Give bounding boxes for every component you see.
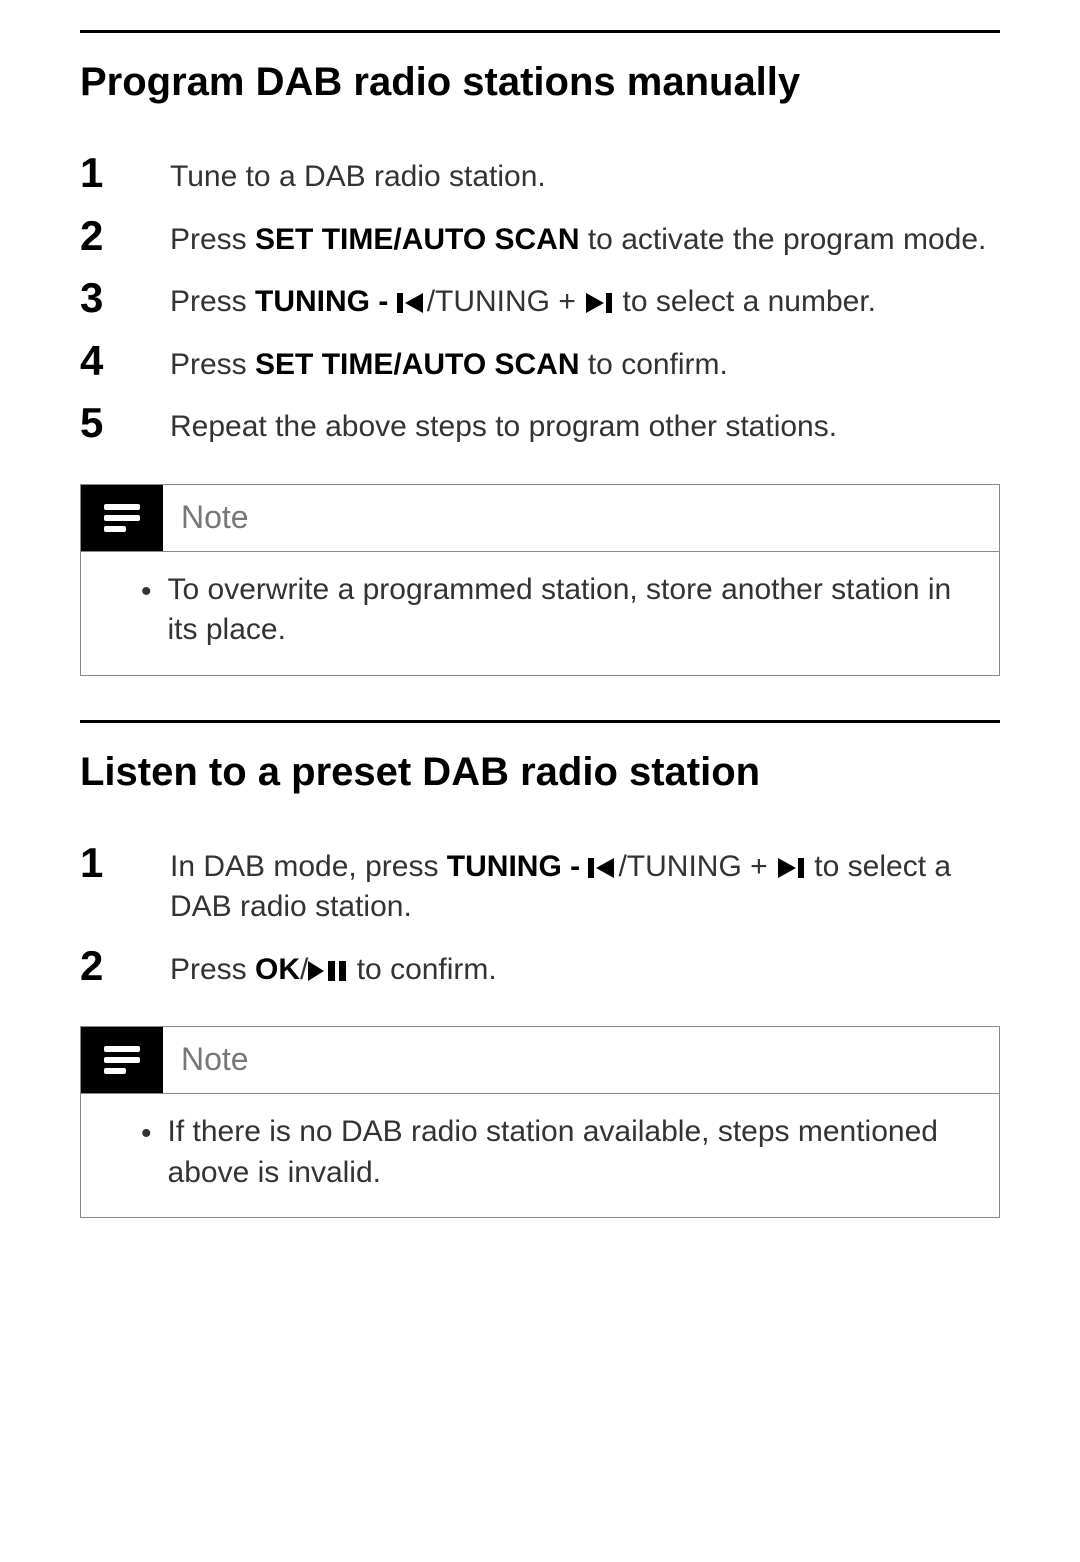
step-item: Press SET TIME/AUTO SCAN to activate the… bbox=[80, 212, 1000, 261]
note-label: Note bbox=[181, 496, 249, 539]
step-text: Press OK/ to confirm. bbox=[170, 942, 1000, 991]
section-heading-program: Program DAB radio stations manually bbox=[80, 55, 1000, 109]
note-box-listen: Note • If there is no DAB radio station … bbox=[80, 1026, 1000, 1218]
step-text: Repeat the above steps to program other … bbox=[170, 399, 1000, 448]
step-item: Press OK/ to confirm. bbox=[80, 942, 1000, 991]
note-label: Note bbox=[181, 1038, 249, 1081]
step-item: Press SET TIME/AUTO SCAN to confirm. bbox=[80, 337, 1000, 386]
note-icon bbox=[81, 1027, 163, 1093]
note-box-program: Note • To overwrite a programmed station… bbox=[80, 484, 1000, 676]
step-item: In DAB mode, press TUNING - /TUNING + to… bbox=[80, 839, 1000, 928]
section-heading-listen: Listen to a preset DAB radio station bbox=[80, 745, 1000, 799]
note-text: If there is no DAB radio station availab… bbox=[168, 1112, 963, 1193]
step-item: Tune to a DAB radio station. bbox=[80, 149, 1000, 198]
step-item: Repeat the above steps to program other … bbox=[80, 399, 1000, 448]
step-item: Press TUNING - /TUNING + to select a num… bbox=[80, 274, 1000, 323]
skip-forward-icon bbox=[776, 856, 806, 880]
skip-back-icon bbox=[397, 291, 427, 315]
step-text: In DAB mode, press TUNING - /TUNING + to… bbox=[170, 839, 1000, 928]
bullet-icon: • bbox=[141, 1112, 152, 1193]
steps-list-program: Tune to a DAB radio station. Press SET TI… bbox=[80, 149, 1000, 448]
note-icon bbox=[81, 485, 163, 551]
step-text: Tune to a DAB radio station. bbox=[170, 149, 1000, 198]
step-text: Press SET TIME/AUTO SCAN to confirm. bbox=[170, 337, 1000, 386]
play-pause-icon bbox=[308, 959, 348, 983]
step-text: Press SET TIME/AUTO SCAN to activate the… bbox=[170, 212, 1000, 261]
skip-forward-icon bbox=[584, 291, 614, 315]
section-divider bbox=[80, 720, 1000, 723]
step-text: Press TUNING - /TUNING + to select a num… bbox=[170, 274, 1000, 323]
bullet-icon: • bbox=[141, 570, 152, 651]
section-divider bbox=[80, 30, 1000, 33]
steps-list-listen: In DAB mode, press TUNING - /TUNING + to… bbox=[80, 839, 1000, 991]
skip-back-icon bbox=[588, 856, 618, 880]
note-text: To overwrite a programmed station, store… bbox=[168, 570, 963, 651]
